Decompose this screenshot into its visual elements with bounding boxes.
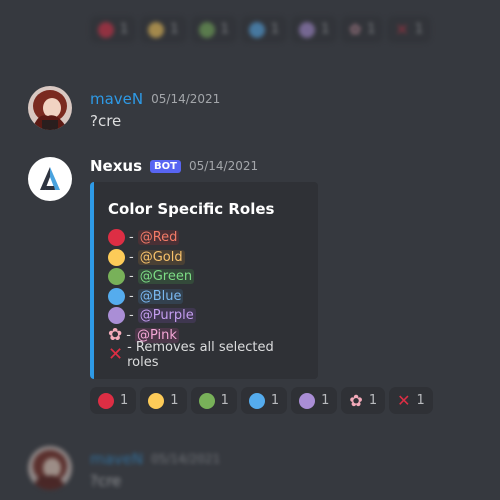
blue-circle-icon	[248, 392, 265, 409]
cherry-blossom-icon: ✿	[349, 390, 363, 410]
green-circle-icon	[198, 21, 215, 38]
reaction-green[interactable]: 1	[190, 16, 237, 43]
cherry-blossom-icon: ✿	[108, 324, 123, 345]
purple-circle-icon	[108, 307, 125, 325]
reaction-red[interactable]: 1	[90, 387, 137, 414]
yellow-circle-icon	[148, 21, 165, 38]
timestamp: 05/14/2021	[151, 92, 221, 106]
timestamp: 05/14/2021	[188, 159, 259, 173]
reaction-green[interactable]: 1	[190, 387, 237, 414]
role-mention-purple[interactable]: @Purple	[137, 308, 196, 324]
green-circle-icon	[108, 268, 125, 286]
green-circle-icon	[198, 392, 215, 409]
role-line-green: - @Green	[108, 267, 304, 287]
previous-reactions-row: 1 1 1 1 1 ✿ 1 ✕ 1	[90, 16, 432, 43]
nexus-logo-icon	[40, 167, 60, 190]
role-mention-blue[interactable]: @Blue	[137, 288, 184, 304]
blue-circle-icon	[248, 21, 265, 38]
red-circle-icon	[98, 392, 114, 409]
reaction-yellow[interactable]: 1	[140, 16, 187, 43]
reaction-blue[interactable]: 1	[240, 387, 288, 414]
red-circle-icon	[108, 229, 125, 247]
role-mention-gold[interactable]: @Gold	[137, 249, 185, 265]
reaction-clear[interactable]: ✕ 1	[389, 387, 433, 414]
role-line-blue: - @Blue	[108, 287, 304, 307]
message-text: ?cre	[90, 112, 122, 130]
author-header: Nexus BOT 05/14/2021	[90, 157, 258, 175]
reaction-blue[interactable]: 1	[240, 16, 288, 43]
clear-roles-text: - Removes all selected roles	[127, 339, 274, 370]
role-line-purple: - @Purple	[108, 306, 304, 326]
red-circle-icon	[98, 21, 114, 38]
author-name[interactable]: maveN	[90, 450, 143, 468]
role-line-red: - @Red	[108, 228, 304, 248]
embed: Color Specific Roles - @Red - @Gold - @G…	[90, 182, 318, 379]
author-header: maveN 05/14/2021	[90, 90, 220, 108]
reaction-red[interactable]: 1	[90, 16, 137, 43]
avatar-mave[interactable]	[28, 86, 72, 130]
author-name[interactable]: Nexus	[90, 157, 142, 175]
cherry-blossom-icon: ✿	[349, 21, 362, 38]
role-mention-red[interactable]: @Red	[137, 230, 180, 246]
reactions-row: 1 1 1 1 1 ✿ 1 ✕ 1	[90, 387, 433, 414]
blue-circle-icon	[108, 287, 125, 305]
reaction-clear[interactable]: ✕ 1	[387, 16, 432, 43]
avatar-mave[interactable]	[28, 446, 72, 490]
reaction-pink[interactable]: ✿ 1	[341, 387, 386, 414]
timestamp: 05/14/2021	[151, 452, 221, 466]
role-mention-green[interactable]: @Green	[137, 269, 195, 285]
yellow-circle-icon	[148, 392, 165, 409]
role-line-gold: - @Gold	[108, 248, 304, 268]
reaction-purple[interactable]: 1	[291, 387, 338, 414]
author-header: maveN 05/14/2021	[90, 450, 220, 468]
yellow-circle-icon	[108, 248, 125, 266]
bot-badge: BOT	[150, 159, 181, 173]
cross-mark-icon: ✕	[108, 343, 124, 365]
cross-mark-icon: ✕	[395, 19, 409, 39]
avatar-nexus[interactable]	[28, 157, 72, 201]
cross-mark-icon: ✕	[397, 390, 411, 410]
reaction-purple[interactable]: 1	[291, 16, 338, 43]
embed-title: Color Specific Roles	[108, 200, 275, 218]
role-line-clear: ✕ - Removes all selected roles	[108, 340, 304, 370]
reaction-yellow[interactable]: 1	[140, 387, 187, 414]
purple-circle-icon	[299, 392, 316, 409]
message-text: ?cre	[90, 472, 122, 490]
reaction-pink[interactable]: ✿ 1	[341, 16, 384, 43]
author-name[interactable]: maveN	[90, 90, 143, 108]
purple-circle-icon	[299, 21, 316, 38]
